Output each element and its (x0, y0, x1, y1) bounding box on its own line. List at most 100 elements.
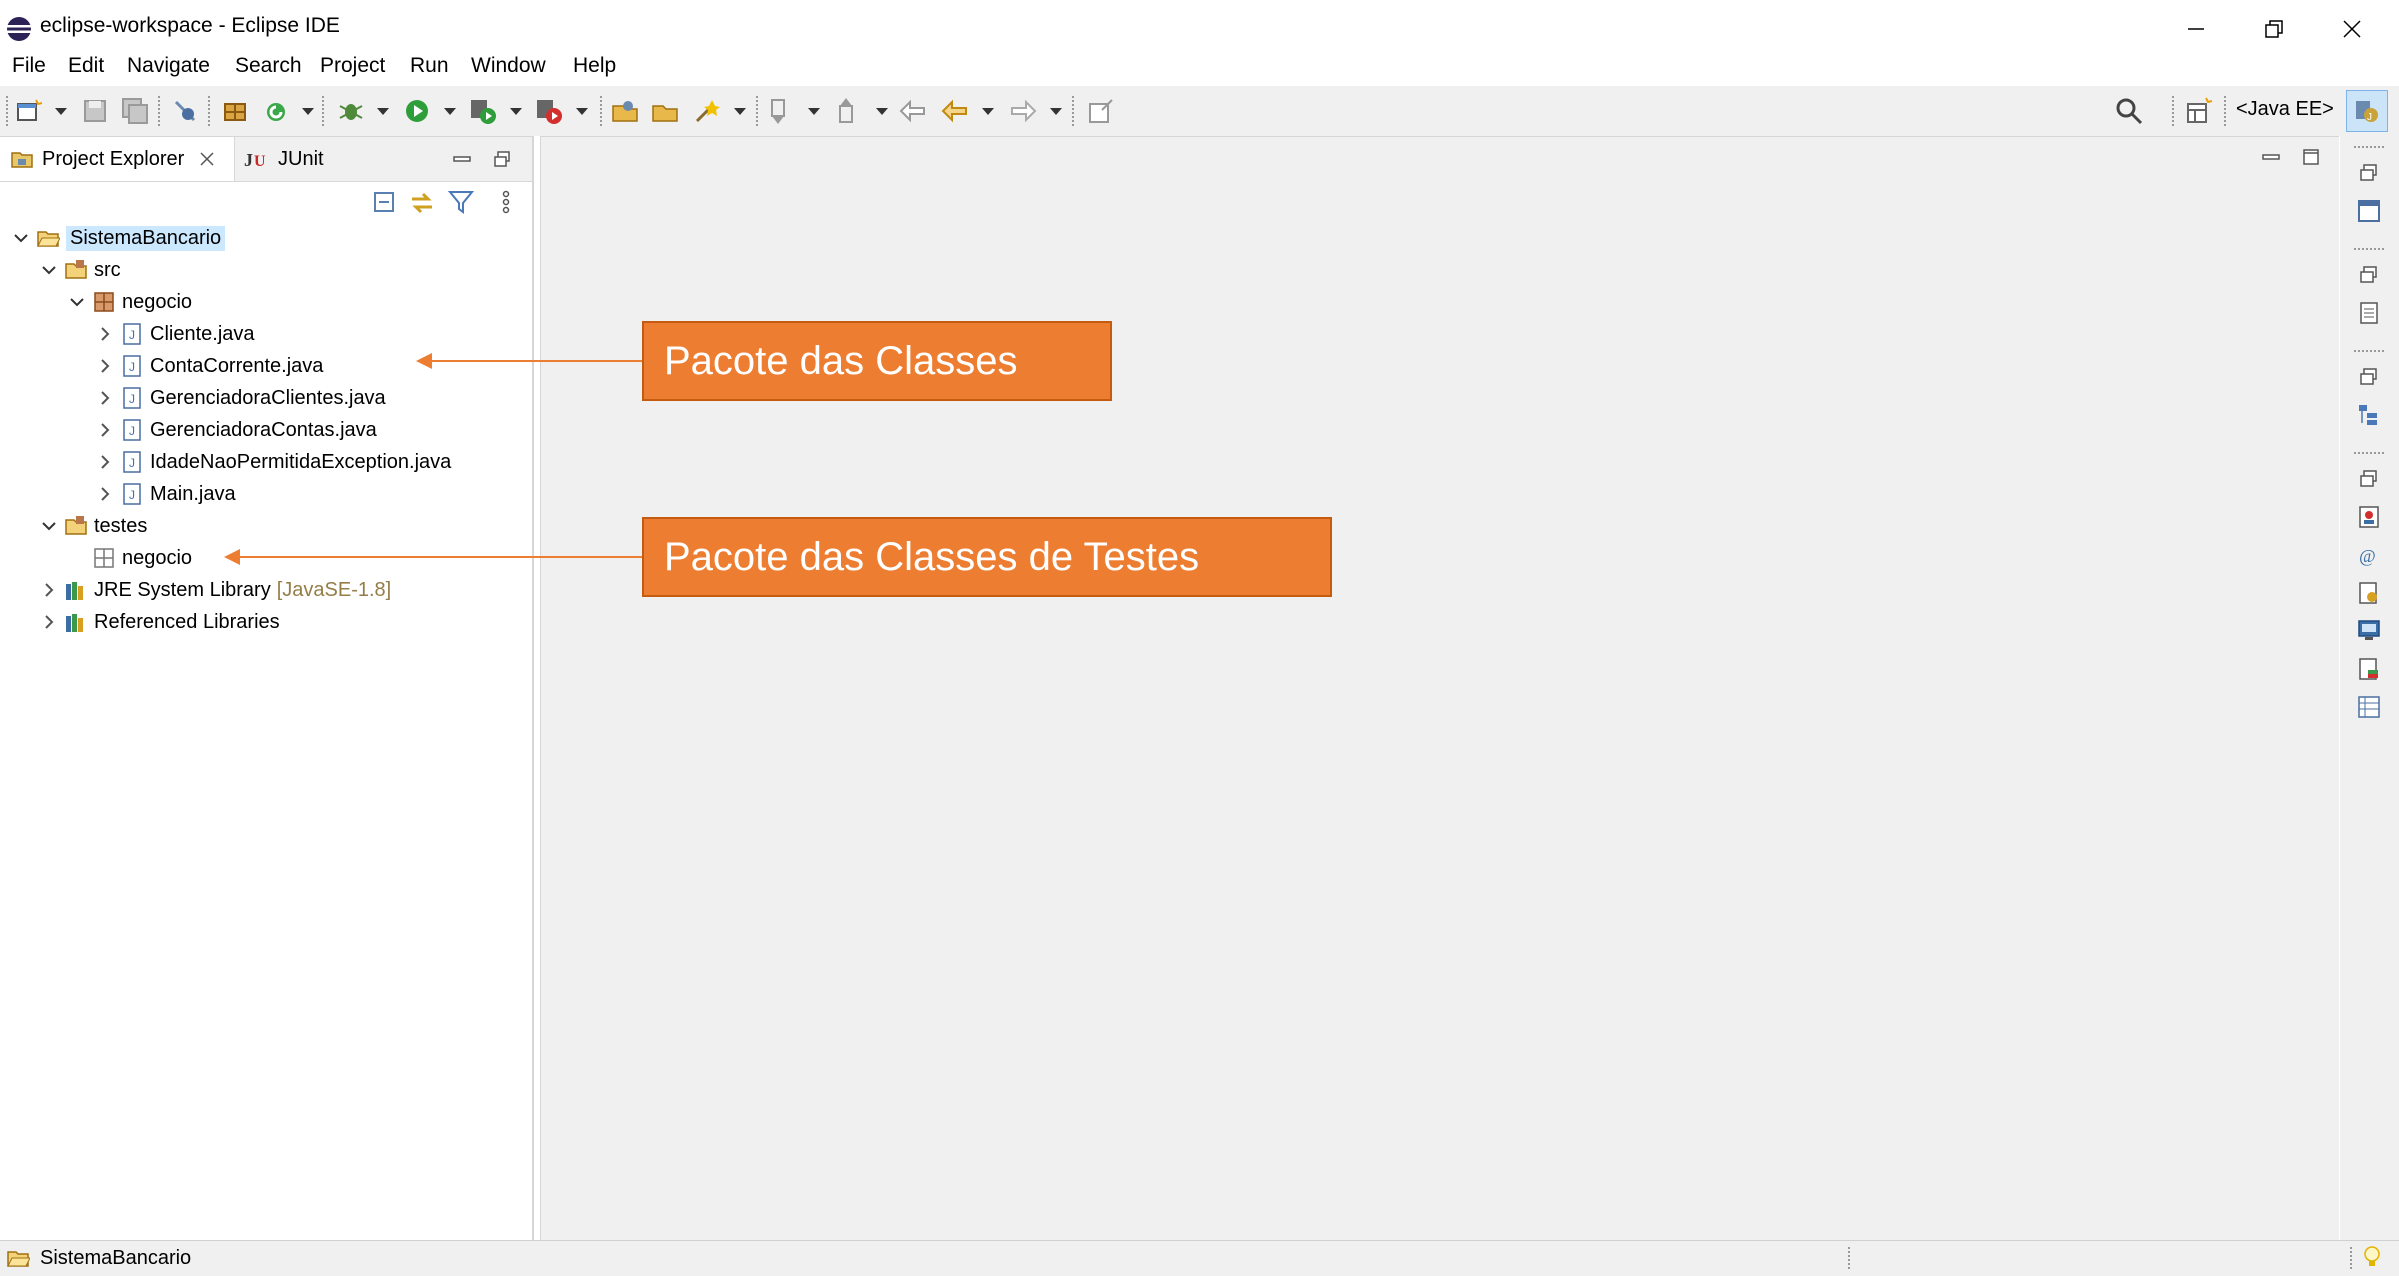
toolbar-separator (6, 96, 10, 126)
menu-edit[interactable]: Edit (68, 54, 104, 78)
chevron-right-icon[interactable] (96, 485, 114, 503)
lightbulb-icon[interactable] (2362, 1245, 2382, 1271)
tree-item-src[interactable]: src (40, 255, 121, 285)
next-annotation-dropdown-icon[interactable] (808, 108, 820, 115)
debug-icon[interactable] (336, 96, 366, 126)
back-dropdown-icon[interactable] (982, 108, 994, 115)
chevron-down-icon[interactable] (40, 517, 58, 535)
new-server-icon[interactable] (220, 96, 250, 126)
maximize-view-icon[interactable] (492, 149, 512, 169)
chevron-down-icon[interactable] (12, 229, 30, 247)
run-on-server-icon[interactable] (468, 96, 498, 126)
run-icon[interactable] (402, 96, 432, 126)
menu-search[interactable]: Search (235, 54, 302, 78)
menu-file[interactable]: File (12, 54, 46, 78)
chevron-right-icon[interactable] (96, 325, 114, 343)
external-tools-dropdown-icon[interactable] (576, 108, 588, 115)
save-icon[interactable] (80, 96, 110, 126)
menu-window[interactable]: Window (471, 54, 546, 78)
open-perspective-icon[interactable] (2184, 96, 2214, 126)
menu-project[interactable]: Project (320, 54, 385, 78)
refresh-icon[interactable] (262, 96, 292, 126)
previous-annotation-dropdown-icon[interactable] (876, 108, 888, 115)
forward-dropdown-icon[interactable] (1050, 108, 1062, 115)
open-task-icon[interactable] (650, 96, 680, 126)
chevron-down-icon[interactable] (40, 261, 58, 279)
forward-icon[interactable] (1008, 96, 1038, 126)
search-wand-icon[interactable] (692, 96, 722, 126)
minimize-editor-icon[interactable] (2261, 147, 2281, 167)
close-button[interactable] (2313, 0, 2391, 58)
tree-item-package-negocio[interactable]: negocio (68, 287, 192, 317)
restore-stack-icon[interactable] (2356, 364, 2382, 390)
search-dropdown-icon[interactable] (734, 108, 746, 115)
chevron-right-icon[interactable] (96, 453, 114, 471)
tree-item-java-file[interactable]: J GerenciadoraClientes.java (96, 383, 386, 413)
back-icon[interactable] (940, 96, 970, 126)
java-file-icon: J (123, 323, 141, 345)
perspective-java-ee[interactable]: <Java EE> (2236, 98, 2334, 121)
tree-item-testes[interactable]: testes (40, 511, 147, 541)
link-with-editor-icon[interactable] (408, 189, 436, 217)
menu-run[interactable]: Run (410, 54, 449, 78)
chevron-right-icon[interactable] (40, 581, 58, 599)
open-type-icon[interactable] (610, 96, 640, 126)
tree-item-java-file[interactable]: J ContaCorrente.java (96, 351, 323, 381)
collapse-all-icon[interactable] (372, 189, 398, 215)
view-menu-icon[interactable] (500, 189, 512, 215)
tree-item-java-file[interactable]: J Main.java (96, 479, 236, 509)
last-edit-icon[interactable] (898, 96, 928, 126)
tree-item-java-file[interactable]: J Cliente.java (96, 319, 255, 349)
filter-icon[interactable] (448, 189, 474, 215)
servers-icon[interactable] (2356, 618, 2382, 644)
next-annotation-icon[interactable] (766, 96, 796, 126)
svg-text:J: J (129, 456, 135, 470)
tree-item-project[interactable]: SistemaBancario (12, 223, 226, 253)
snippets-icon[interactable] (2356, 694, 2382, 720)
chevron-right-icon[interactable] (96, 357, 114, 375)
pin-editor-icon[interactable] (1086, 96, 1116, 126)
task-list-icon[interactable] (2356, 300, 2382, 326)
close-tab-icon[interactable] (198, 150, 216, 168)
markers-icon[interactable] (2356, 504, 2382, 530)
tree-item-jre-library[interactable]: JRE System Library [JavaSE-1.8] (40, 575, 391, 605)
minimize-button[interactable] (2157, 0, 2235, 58)
run-dropdown-icon[interactable] (444, 108, 456, 115)
run-on-server-dropdown-icon[interactable] (510, 108, 522, 115)
menu-help[interactable]: Help (573, 54, 616, 78)
new-dropdown-icon[interactable] (55, 108, 67, 115)
chevron-right-icon[interactable] (96, 421, 114, 439)
tab-label: JUnit (278, 147, 324, 170)
search-icon[interactable] (2114, 96, 2144, 126)
previous-annotation-icon[interactable] (834, 96, 864, 126)
save-all-icon[interactable] (120, 96, 150, 126)
restore-button[interactable] (2235, 0, 2313, 58)
tree-item-java-file[interactable]: J IdadeNaoPermitidaException.java (96, 447, 451, 477)
javadoc-icon[interactable]: @ (2356, 542, 2382, 568)
java-perspective-button[interactable]: J (2346, 90, 2388, 132)
debug-dropdown-icon[interactable] (377, 108, 389, 115)
tree-item-package-negocio-tests[interactable]: negocio (68, 543, 192, 573)
minimize-view-icon[interactable] (452, 149, 472, 169)
restore-stack-icon[interactable] (2356, 262, 2382, 288)
restore-stack-icon[interactable] (2356, 160, 2382, 186)
outline-icon[interactable] (2356, 402, 2382, 428)
restore-stack-icon[interactable] (2356, 466, 2382, 492)
declaration-icon[interactable] (2356, 580, 2382, 606)
data-source-explorer-icon[interactable] (2356, 656, 2382, 682)
tab-junit[interactable]: JU JUnit (240, 137, 324, 181)
tab-project-explorer[interactable]: Project Explorer (0, 137, 235, 181)
tree-item-java-file[interactable]: J GerenciadoraContas.java (96, 415, 377, 445)
tree-item-referenced-libraries[interactable]: Referenced Libraries (40, 607, 280, 637)
maximize-editor-icon[interactable] (2301, 147, 2321, 167)
svg-text:J: J (129, 360, 135, 374)
chevron-right-icon[interactable] (96, 389, 114, 407)
refresh-dropdown-icon[interactable] (302, 108, 314, 115)
chevron-right-icon[interactable] (40, 613, 58, 631)
external-tools-icon[interactable] (534, 96, 564, 126)
skip-breakpoints-icon[interactable] (170, 96, 200, 126)
menu-navigate[interactable]: Navigate (127, 54, 210, 78)
new-icon[interactable] (14, 96, 44, 126)
window-view-icon[interactable] (2356, 198, 2382, 224)
chevron-down-icon[interactable] (68, 293, 86, 311)
